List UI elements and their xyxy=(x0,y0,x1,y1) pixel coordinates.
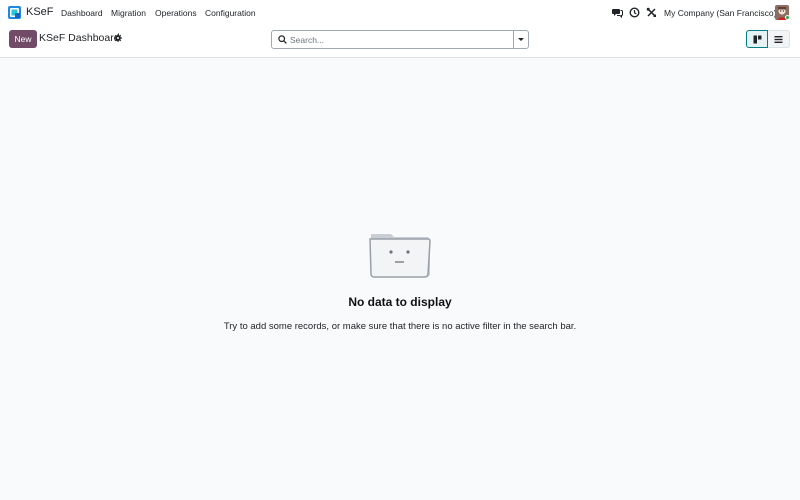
online-status-dot xyxy=(785,15,790,20)
list-icon xyxy=(774,35,783,43)
list-view-button[interactable] xyxy=(768,30,790,48)
caret-down-icon xyxy=(518,38,524,41)
search-bar xyxy=(271,30,529,49)
top-navbar: KSeF Dashboard Migration Operations Conf… xyxy=(0,0,800,26)
view-switcher xyxy=(746,30,790,48)
activity-clock-icon[interactable] xyxy=(629,7,640,18)
menu-item-migration[interactable]: Migration xyxy=(111,8,146,18)
menu-item-configuration[interactable]: Configuration xyxy=(205,8,256,18)
kanban-icon xyxy=(753,35,761,43)
gear-icon[interactable] xyxy=(114,34,122,42)
debug-tools-icon[interactable] xyxy=(646,7,657,18)
search-options-toggle[interactable] xyxy=(513,31,528,48)
menu-item-operations[interactable]: Operations xyxy=(155,8,197,18)
chat-icon[interactable] xyxy=(612,7,623,18)
menu-item-dashboard[interactable]: Dashboard xyxy=(61,8,103,18)
empty-state: No data to display Try to add some recor… xyxy=(0,58,800,500)
control-panel: New KSeF Dashboard xyxy=(0,26,800,58)
kanban-view-button[interactable] xyxy=(746,30,768,48)
company-switcher[interactable]: My Company (San Francisco) xyxy=(664,8,776,18)
empty-state-text: Try to add some records, or make sure th… xyxy=(223,321,577,332)
new-button[interactable]: New xyxy=(9,30,37,48)
search-input[interactable] xyxy=(290,32,512,47)
empty-folder-icon xyxy=(369,234,431,278)
empty-state-title: No data to display xyxy=(348,295,452,309)
ksef-app-icon[interactable] xyxy=(8,6,21,19)
search-icon xyxy=(278,35,287,44)
app-name[interactable]: KSeF xyxy=(26,6,54,18)
page-title: KSeF Dashboard xyxy=(39,32,120,44)
